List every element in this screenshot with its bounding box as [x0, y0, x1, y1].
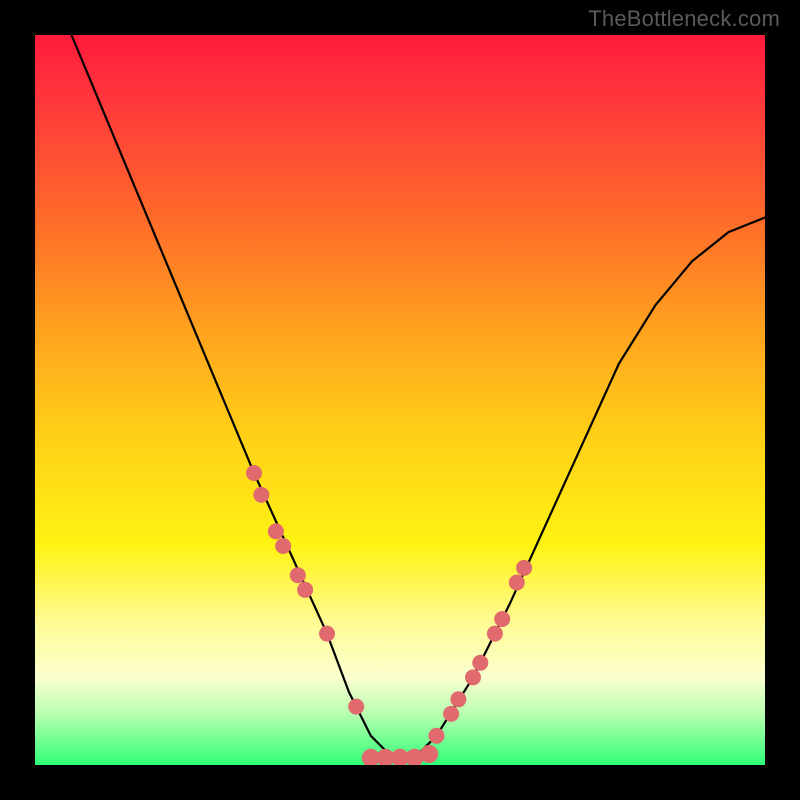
- curve-svg: [35, 35, 765, 765]
- bottleneck-curve: [72, 35, 766, 758]
- curve-marker: [246, 465, 262, 481]
- curve-marker: [443, 706, 459, 722]
- curve-marker: [319, 626, 335, 642]
- curve-markers: [246, 465, 532, 765]
- curve-marker: [429, 728, 445, 744]
- curve-marker: [494, 611, 510, 627]
- curve-marker: [275, 538, 291, 554]
- chart-frame: TheBottleneck.com: [0, 0, 800, 800]
- curve-marker: [268, 523, 284, 539]
- curve-marker: [472, 655, 488, 671]
- curve-marker: [290, 567, 306, 583]
- curve-marker: [465, 669, 481, 685]
- curve-marker: [420, 745, 438, 763]
- curve-marker: [297, 582, 313, 598]
- curve-marker: [509, 575, 525, 591]
- curve-marker: [348, 699, 364, 715]
- curve-marker: [253, 487, 269, 503]
- plot-area: [35, 35, 765, 765]
- curve-marker: [487, 626, 503, 642]
- curve-marker: [516, 560, 532, 576]
- curve-marker: [450, 691, 466, 707]
- attribution-text: TheBottleneck.com: [588, 6, 780, 32]
